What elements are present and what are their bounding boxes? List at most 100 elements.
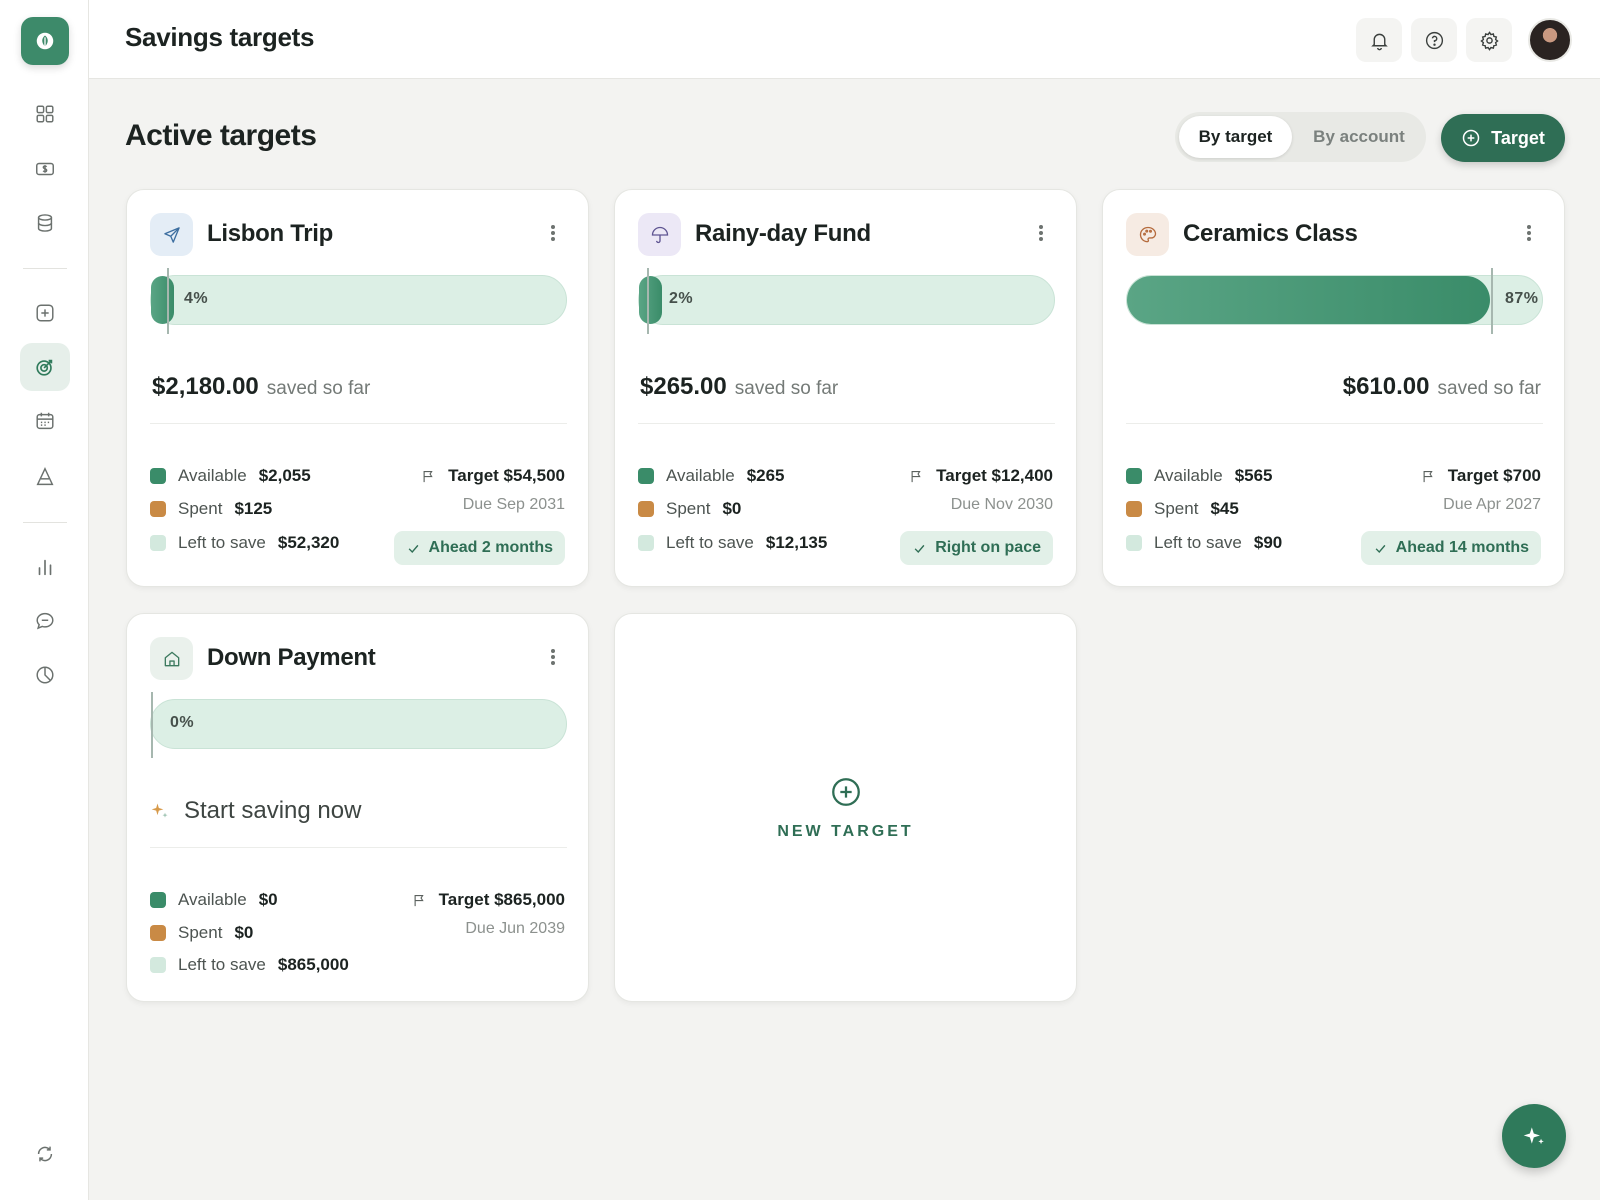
card-divider — [150, 423, 567, 424]
saved-value: $2,180.00 — [152, 373, 259, 400]
target-card[interactable]: Ceramics Class 87% $610.00 saved so far A… — [1102, 189, 1565, 587]
new-target-card[interactable]: NEW TARGET — [614, 613, 1077, 1002]
progress-percent: 87% — [1505, 290, 1539, 307]
add-target-label: Target — [1491, 127, 1545, 148]
saved-amount: $610.00 saved so far — [1343, 373, 1541, 401]
view-toggle: By target By account — [1175, 112, 1426, 162]
progress-fill — [151, 276, 174, 324]
plus-circle-icon — [1462, 129, 1480, 147]
progress-percent: 0% — [170, 714, 195, 731]
bar-chart-icon — [38, 559, 52, 576]
due-date: Due Sep 2031 — [462, 496, 565, 513]
cash-icon — [36, 162, 54, 176]
saved-suffix: saved so far — [1437, 378, 1542, 399]
plus-square-icon — [36, 304, 54, 322]
pie-chart-icon — [36, 666, 54, 684]
pace-badge: Ahead 2 months — [393, 531, 565, 565]
nav-insights[interactable] — [20, 543, 70, 591]
toggle-by-target[interactable]: By target — [1179, 116, 1292, 158]
house-icon — [164, 651, 179, 666]
nav-add[interactable] — [20, 289, 70, 337]
due-date: Due Apr 2027 — [1443, 496, 1541, 513]
target-amount: Target $54,500 — [421, 466, 565, 486]
pace-badge: Right on pace — [900, 531, 1053, 565]
more-options-icon[interactable] — [1524, 221, 1534, 245]
nav-reports[interactable] — [20, 453, 70, 501]
target-amount: Target $700 — [1421, 466, 1541, 486]
notifications-button[interactable] — [1356, 18, 1402, 62]
sparkle-icon — [151, 803, 168, 818]
pace-badge: Ahead 14 months — [1360, 531, 1541, 565]
database-icon — [37, 214, 53, 232]
bell-icon — [1370, 33, 1388, 50]
triangle-icon — [36, 467, 54, 486]
card-icon — [150, 637, 193, 680]
umbrella-icon — [651, 226, 668, 243]
nav-messages[interactable] — [20, 597, 70, 645]
nav-targets[interactable] — [20, 343, 70, 391]
nav-accounts[interactable] — [20, 199, 70, 247]
ai-assistant-button[interactable] — [1502, 1104, 1566, 1168]
toggle-by-account[interactable]: By account — [1296, 116, 1422, 158]
nav-transactions[interactable] — [20, 145, 70, 193]
more-options-icon[interactable] — [548, 221, 558, 245]
stat-spent: Spent $125 — [150, 499, 272, 519]
page-title: Savings targets — [125, 22, 315, 52]
stat-spent: Spent $0 — [150, 923, 253, 943]
target-amount: Target $865,000 — [412, 890, 565, 910]
flag-icon — [423, 470, 433, 482]
help-button[interactable] — [1411, 18, 1457, 62]
progress-percent: 4% — [184, 290, 209, 307]
nav-sync[interactable] — [20, 1130, 70, 1178]
card-title: Ceramics Class — [1183, 220, 1358, 247]
saved-suffix: saved so far — [266, 378, 371, 399]
card-title: Rainy-day Fund — [695, 220, 871, 247]
saved-value: $610.00 — [1342, 373, 1430, 400]
grid-icon — [36, 105, 54, 123]
progress-fill — [639, 276, 662, 324]
stat-available: Available $265 — [638, 466, 785, 486]
saved-suffix: saved so far — [734, 378, 839, 399]
target-card[interactable]: Lisbon Trip 4% $2,180.00 saved so far Ava… — [126, 189, 589, 587]
check-icon — [408, 544, 418, 553]
stat-left: Left to save $865,000 — [150, 955, 349, 975]
saved-value: $265.00 — [640, 373, 727, 400]
stat-available: Available $565 — [1126, 466, 1273, 486]
saved-amount: $2,180.00 saved so far — [152, 373, 370, 401]
saved-amount: $265.00 saved so far — [640, 373, 838, 401]
add-target-button[interactable]: Target — [1441, 114, 1565, 162]
stat-spent: Spent $45 — [1126, 499, 1239, 519]
section-title: Active targets — [125, 119, 317, 152]
card-title: Lisbon Trip — [207, 220, 334, 247]
progress-marker — [1491, 268, 1493, 334]
check-icon — [1375, 544, 1386, 553]
card-divider — [638, 423, 1055, 424]
new-target-label: NEW TARGET — [777, 822, 914, 840]
nav-analytics[interactable] — [20, 651, 70, 699]
target-icon — [36, 359, 53, 376]
card-divider — [150, 847, 567, 848]
card-icon — [1126, 213, 1169, 256]
card-icon — [638, 213, 681, 256]
stat-available: Available $2,055 — [150, 466, 311, 486]
target-card[interactable]: Rainy-day Fund 2% $265.00 saved so far Av… — [614, 189, 1077, 587]
app-logo[interactable] — [21, 17, 69, 65]
nav-calendar[interactable] — [20, 397, 70, 445]
stat-spent: Spent $0 — [638, 499, 741, 519]
user-avatar[interactable] — [1528, 18, 1572, 62]
more-options-icon[interactable] — [548, 645, 558, 669]
top-bar: Savings targets — [89, 0, 1600, 79]
progress-fill — [1127, 276, 1490, 324]
paper-plane-icon — [163, 226, 180, 243]
target-card[interactable]: Down Payment 0% Start saving now Availab… — [126, 613, 589, 1002]
chat-icon — [36, 612, 54, 630]
refresh-icon — [37, 1146, 53, 1162]
settings-button[interactable] — [1466, 18, 1512, 62]
target-amount: Target $12,400 — [909, 466, 1053, 486]
palette-icon — [1139, 226, 1156, 242]
stat-left: Left to save $52,320 — [150, 533, 339, 553]
card-title: Down Payment — [207, 644, 376, 671]
more-options-icon[interactable] — [1036, 221, 1046, 245]
nav-dashboard[interactable] — [20, 90, 70, 138]
flag-icon — [1423, 470, 1433, 482]
